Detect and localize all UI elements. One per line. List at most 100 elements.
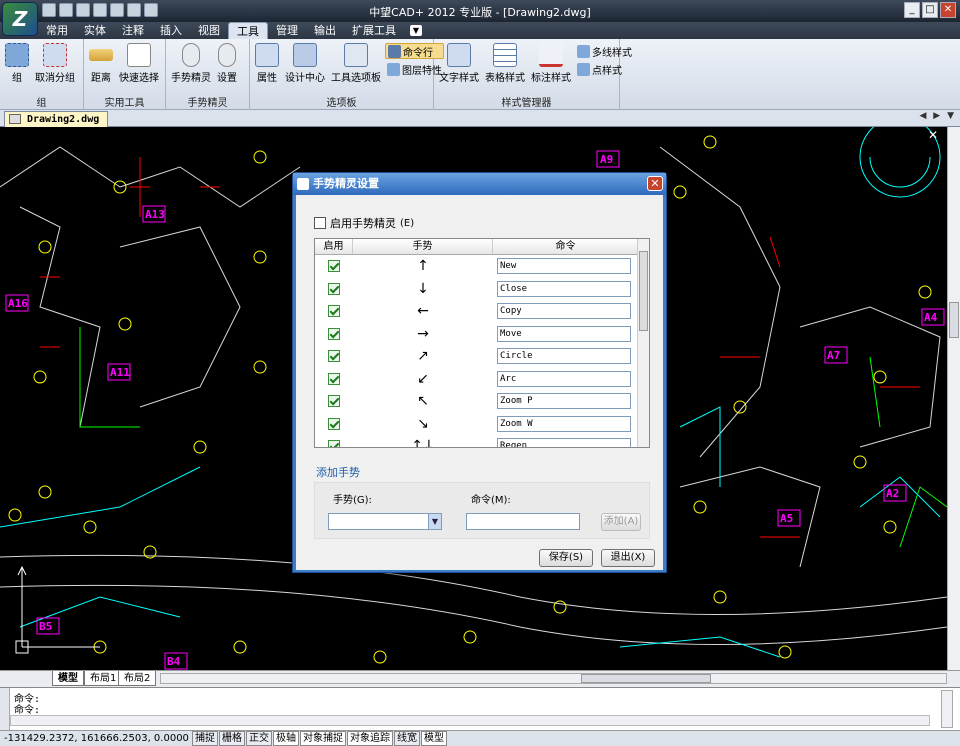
- table-style-button[interactable]: 表格样式: [483, 41, 527, 84]
- row-enable-checkbox[interactable]: [328, 327, 340, 340]
- table-scroll-thumb[interactable]: [639, 251, 648, 331]
- minimize-icon[interactable]: _: [904, 2, 920, 18]
- dialog-close-icon[interactable]: ✕: [647, 176, 663, 191]
- row-command-input[interactable]: New: [497, 258, 631, 275]
- exit-button[interactable]: 退出(X): [601, 549, 655, 567]
- row-command-input[interactable]: Move: [497, 325, 631, 342]
- coordinates-readout: -131429.2372, 161666.2503, 0.0000: [4, 733, 189, 744]
- vertical-scrollbar[interactable]: [947, 127, 960, 670]
- tab-solid[interactable]: 实体: [76, 22, 114, 39]
- polar-toggle[interactable]: 极轴: [273, 731, 299, 746]
- save-button[interactable]: 保存(S): [539, 549, 593, 567]
- command-vertical-scrollbar[interactable]: [941, 690, 953, 728]
- tab-layout2[interactable]: 布局2: [118, 671, 157, 686]
- ungroup-button[interactable]: 取消分组: [33, 41, 77, 84]
- ribbon-dropdown-icon[interactable]: ▼: [410, 25, 422, 36]
- command-input[interactable]: [466, 513, 580, 530]
- chevron-down-icon[interactable]: ▼: [428, 514, 441, 529]
- row-command-input[interactable]: Regen: [497, 438, 631, 447]
- row-command-input[interactable]: Circle: [497, 348, 631, 365]
- ungroup-icon: [43, 43, 67, 67]
- document-tab[interactable]: Drawing2.dwg: [4, 111, 109, 127]
- tab-layout1[interactable]: 布局1: [84, 671, 123, 686]
- point-style-button[interactable]: 点样式: [575, 61, 634, 77]
- ribbon-group-utilities: 距离 快速选择 实用工具: [84, 39, 166, 110]
- distance-button[interactable]: 距离: [87, 41, 115, 84]
- tab-annotate[interactable]: 注释: [114, 22, 152, 39]
- gesture-settings-button[interactable]: 设置: [215, 41, 239, 84]
- dim-style-button[interactable]: 标注样式: [529, 41, 573, 84]
- add-gesture-box: 手势(G): 命令(M): ▼ 添加(A): [314, 482, 650, 539]
- maximize-icon[interactable]: □: [922, 2, 938, 18]
- text-style-icon: [447, 43, 471, 67]
- gesture-select[interactable]: ▼: [328, 513, 442, 530]
- mline-style-button[interactable]: 多线样式: [575, 43, 634, 59]
- row-enable-checkbox[interactable]: [328, 440, 340, 447]
- command-window[interactable]: 命令: 命令:: [0, 687, 960, 731]
- properties-icon: [255, 43, 279, 67]
- dim-style-icon: [539, 43, 563, 67]
- row-enable-checkbox[interactable]: [328, 305, 340, 318]
- row-command-input[interactable]: Arc: [497, 370, 631, 387]
- row-enable-checkbox[interactable]: [328, 372, 340, 385]
- add-button[interactable]: 添加(A): [601, 513, 641, 531]
- group-button[interactable]: 组: [3, 41, 31, 84]
- row-enable-checkbox[interactable]: [328, 260, 340, 273]
- dialog-title-bar[interactable]: 手势精灵设置 ✕: [293, 173, 666, 195]
- tool-palettes-icon: [344, 43, 368, 67]
- gesture-wizard-button[interactable]: 手势精灵: [169, 41, 213, 84]
- horizontal-scroll-thumb[interactable]: [581, 674, 711, 683]
- row-command-input[interactable]: Copy: [497, 303, 631, 320]
- command-window-handle[interactable]: [0, 688, 10, 731]
- gesture-arrow-icon: →: [417, 325, 429, 342]
- enable-gesture-row[interactable]: 启用手势精灵 (E): [314, 215, 414, 231]
- tab-tools[interactable]: 工具: [228, 22, 268, 39]
- row-enable-checkbox[interactable]: [328, 395, 340, 408]
- command-label: 命令(M):: [471, 495, 511, 506]
- ortho-toggle[interactable]: 正交: [246, 731, 272, 746]
- app-logo[interactable]: Z: [2, 2, 38, 36]
- ribbon-group-palettes: 属性 设计中心 工具选项板 命令行 图层特性 选项板: [250, 39, 444, 110]
- grid-toggle[interactable]: 栅格: [219, 731, 245, 746]
- tool-palettes-button[interactable]: 工具选项板: [329, 41, 383, 84]
- tab-view[interactable]: 视图: [190, 22, 228, 39]
- tab-manage[interactable]: 管理: [268, 22, 306, 39]
- label-a2: A2: [886, 487, 899, 500]
- lineweight-toggle[interactable]: 线宽: [394, 731, 420, 746]
- tab-common[interactable]: 常用: [38, 22, 76, 39]
- horizontal-scrollbar[interactable]: [160, 673, 947, 684]
- gesture-arrow-icon: ↑↓: [411, 438, 435, 448]
- window-controls: _ □ ✕: [904, 2, 956, 18]
- row-enable-checkbox[interactable]: [328, 417, 340, 430]
- row-command-input[interactable]: Zoom W: [497, 415, 631, 432]
- osnap-toggle[interactable]: 对象捕捉: [300, 731, 346, 746]
- document-nav-icon[interactable]: ◀ ▶ ▼: [920, 111, 957, 121]
- row-enable-checkbox[interactable]: [328, 282, 340, 295]
- tab-extend[interactable]: 扩展工具: [344, 22, 404, 39]
- otrack-toggle[interactable]: 对象追踪: [347, 731, 393, 746]
- quick-select-button[interactable]: 快速选择: [117, 41, 161, 84]
- command-horizontal-scrollbar[interactable]: [10, 715, 930, 726]
- table-scrollbar[interactable]: [637, 239, 649, 447]
- tab-insert[interactable]: 插入: [152, 22, 190, 39]
- gesture-settings-dialog: 手势精灵设置 ✕ 启用手势精灵 (E) 启用 手势 命令 ↑ New ↓ Close ←…: [292, 172, 667, 573]
- row-command-input[interactable]: Zoom P: [497, 393, 631, 410]
- row-command-input[interactable]: Close: [497, 280, 631, 297]
- tab-output[interactable]: 输出: [306, 22, 344, 39]
- model-toggle[interactable]: 模型: [421, 731, 447, 746]
- command-prompt[interactable]: 命令:: [14, 701, 40, 716]
- drawing-close-icon[interactable]: ✕: [928, 128, 938, 142]
- design-center-button[interactable]: 设计中心: [283, 41, 327, 84]
- vertical-scroll-thumb[interactable]: [949, 302, 959, 338]
- enable-gesture-checkbox[interactable]: [314, 217, 326, 229]
- close-icon[interactable]: ✕: [940, 2, 956, 18]
- row-enable-checkbox[interactable]: [328, 350, 340, 363]
- status-bar: -131429.2372, 161666.2503, 0.0000 捕捉 栅格 …: [0, 730, 960, 746]
- text-style-button[interactable]: 文字样式: [437, 41, 481, 84]
- snap-toggle[interactable]: 捕捉: [192, 731, 218, 746]
- ribbon-group-group: 组 取消分组 组: [0, 39, 84, 110]
- tab-model[interactable]: 模型: [52, 671, 84, 686]
- label-a16: A16: [8, 297, 28, 310]
- properties-button[interactable]: 属性: [253, 41, 281, 84]
- point-style-icon: [577, 62, 590, 76]
